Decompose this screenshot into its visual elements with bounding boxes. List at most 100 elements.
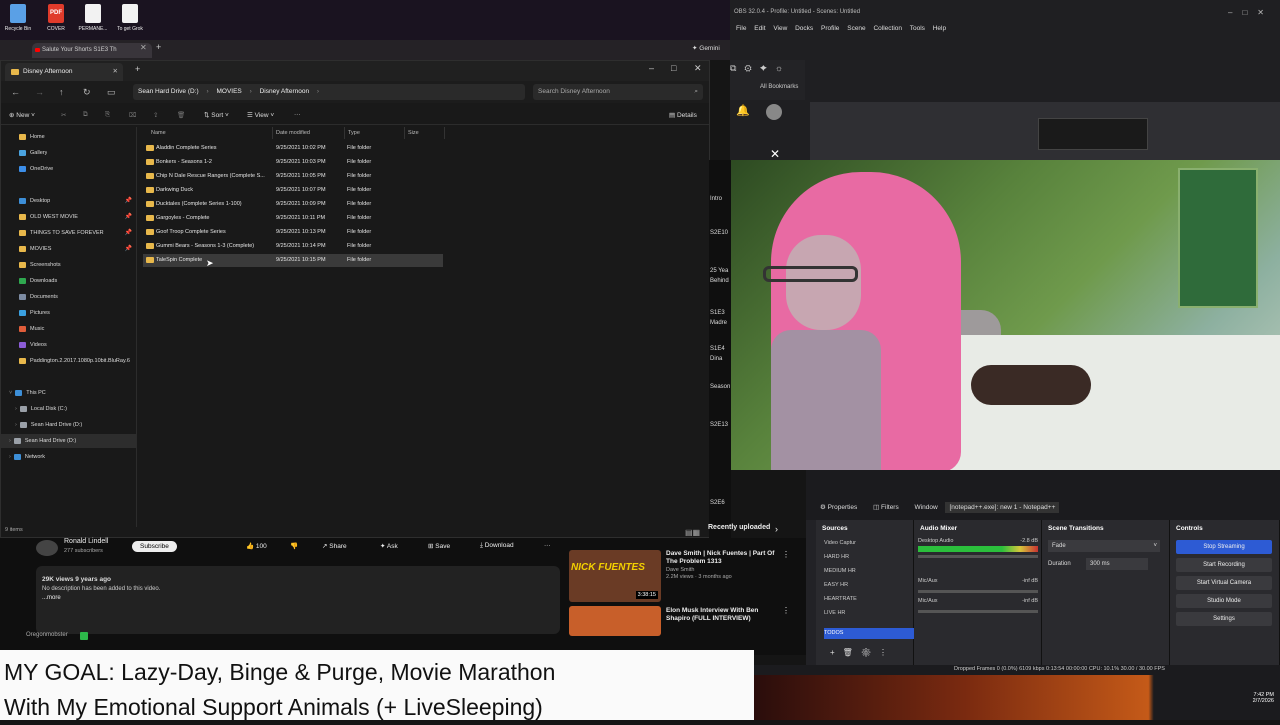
- nav-item-downloads[interactable]: Downloads: [19, 274, 137, 288]
- nav-item-this-pc[interactable]: ˅ This PC: [9, 386, 46, 400]
- nav-item-pictures[interactable]: Pictures: [19, 306, 137, 320]
- playlist-item[interactable]: Intro: [710, 196, 722, 202]
- window-controls[interactable]: –□✕: [1228, 8, 1274, 17]
- details-view-icon[interactable]: ▤▦: [685, 528, 700, 537]
- share-button[interactable]: ↗ Share: [322, 542, 347, 550]
- menu-scene-collection[interactable]: Scene Collection: [847, 25, 902, 32]
- nav-item-network[interactable]: › Network: [9, 450, 45, 464]
- nav-item-folder[interactable]: OLD WEST MOVIE: [19, 210, 137, 224]
- breadcrumb-item-disney[interactable]: Disney Afternoon: [260, 88, 310, 95]
- back-arrow-icon[interactable]: ←: [11, 87, 20, 97]
- playlist-item[interactable]: S1E3: [710, 310, 725, 316]
- cut-icon[interactable]: ✂: [61, 111, 66, 119]
- file-row[interactable]: Gargoyles - Complete 9/25/2021 10:11 PM Fi…: [143, 212, 443, 225]
- explorer-tab[interactable]: Disney Afternoon ✕: [5, 63, 123, 81]
- file-row[interactable]: Bonkers - Seasons 1-2 9/25/2021 10:03 PM F…: [143, 156, 443, 169]
- subscribe-button[interactable]: Subscribe: [132, 541, 177, 552]
- avatar[interactable]: [766, 104, 782, 120]
- playlist-item[interactable]: 25 Yea: [710, 268, 728, 274]
- properties-button[interactable]: ⚙ Properties: [820, 504, 857, 511]
- bell-icon[interactable]: 🔔: [736, 104, 750, 117]
- document-file-icon[interactable]: PERMANE...: [78, 4, 108, 32]
- playlist-item[interactable]: Dina: [710, 356, 722, 362]
- all-bookmarks[interactable]: All Bookmarks: [760, 84, 798, 90]
- gemini-button[interactable]: ✦ Gemini: [692, 44, 720, 52]
- menu-tools[interactable]: Tools: [910, 25, 925, 32]
- menu-docks[interactable]: Docks: [795, 25, 813, 32]
- nav-item-home[interactable]: Home: [19, 130, 45, 144]
- playlist-item[interactable]: S2E10: [710, 230, 728, 236]
- recycle-bin-icon[interactable]: Recycle Bin: [3, 4, 33, 32]
- like-button[interactable]: 👍 100: [246, 542, 267, 550]
- rename-icon[interactable]: ⌧: [129, 111, 137, 119]
- extension-icons[interactable]: ⧉⚙✦☼: [730, 63, 791, 74]
- minimize-icon[interactable]: –: [649, 63, 654, 73]
- save-button[interactable]: ⊞ Save: [428, 542, 450, 550]
- menu-view[interactable]: View: [773, 25, 787, 32]
- close-tab-icon[interactable]: ✕: [140, 43, 147, 52]
- window-select[interactable]: [notepad++.exe]: new 1 - Notepad++: [945, 502, 1060, 513]
- start-virtual-camera-button[interactable]: Start Virtual Camera: [1176, 576, 1272, 590]
- playlist-item[interactable]: Season: [710, 384, 730, 390]
- ask-button[interactable]: ✦ Ask: [380, 542, 398, 550]
- video-description-box[interactable]: 29K views 9 years ago No description has…: [36, 566, 560, 634]
- system-clock[interactable]: 7:42 PM 2/7/2026: [1253, 692, 1274, 704]
- file-row[interactable]: Gummi Bears - Seasons 1-3 (Complete) 9/25…: [143, 240, 443, 253]
- playlist-item[interactable]: S2E13: [710, 422, 728, 428]
- up-arrow-icon[interactable]: ↑: [59, 87, 64, 97]
- nav-item-drive-d[interactable]: › Sean Hard Drive (D:): [15, 418, 82, 432]
- file-row-selected[interactable]: TaleSpin Complete 9/25/2021 10:15 PM File …: [143, 254, 443, 267]
- column-header-name[interactable]: Name: [148, 127, 273, 139]
- nav-item-folder[interactable]: Screenshots: [19, 258, 137, 272]
- volume-slider[interactable]: [918, 610, 1038, 613]
- delete-icon[interactable]: 🗑: [177, 111, 185, 119]
- paste-icon[interactable]: ⎘: [105, 111, 110, 119]
- source-item[interactable]: HEARTRATE: [824, 594, 920, 605]
- forward-arrow-icon[interactable]: →: [35, 87, 44, 97]
- file-row[interactable]: Chip N Dale Rescue Rangers (Complete S..…: [143, 170, 443, 183]
- volume-slider[interactable]: [918, 590, 1038, 593]
- source-item[interactable]: MEDIUM HR: [824, 566, 920, 577]
- pdf-file-icon[interactable]: PDF COVER: [41, 4, 71, 32]
- menu-file[interactable]: File: [736, 25, 746, 32]
- share-icon[interactable]: ⇪: [153, 111, 158, 119]
- channel-name[interactable]: Ronald Lindell: [64, 538, 108, 545]
- volume-slider[interactable]: [918, 555, 1038, 558]
- source-item[interactable]: Video Captur: [824, 538, 920, 549]
- file-row[interactable]: Ducktales (Complete Series 1-100) 9/25/20…: [143, 198, 443, 211]
- monitor-icon[interactable]: ▭: [107, 87, 116, 98]
- new-tab-button[interactable]: +: [135, 64, 140, 74]
- nav-item-onedrive[interactable]: OneDrive: [19, 162, 53, 176]
- menu-profile[interactable]: Profile: [821, 25, 839, 32]
- playlist-item[interactable]: Behind: [710, 278, 729, 284]
- channel-avatar[interactable]: [36, 540, 58, 556]
- file-row[interactable]: Aladdin Complete Series 9/25/2021 10:02 P…: [143, 142, 443, 155]
- nav-item-videos[interactable]: Videos: [19, 338, 137, 352]
- rec-item[interactable]: Elon Musk Interview With Ben Shapiro (FU…: [666, 607, 781, 623]
- source-toolbar-icons[interactable]: +🗑⚙⋮: [830, 648, 895, 657]
- transition-select[interactable]: Fade ˅: [1048, 540, 1160, 552]
- playlist-item[interactable]: Madre: [710, 320, 727, 326]
- duration-input[interactable]: 300 ms: [1086, 558, 1148, 570]
- maximize-icon[interactable]: □: [671, 63, 676, 73]
- nav-item-music[interactable]: Music: [19, 322, 137, 336]
- file-row[interactable]: Goof Troop Complete Series 9/25/2021 10:1…: [143, 226, 443, 239]
- menu-help[interactable]: Help: [933, 25, 946, 32]
- details-button[interactable]: ▤ Details: [669, 111, 697, 119]
- nav-item-folder[interactable]: Paddington.2.2017.1080p.10bit.BluRay.6: [19, 354, 137, 368]
- text-file-icon[interactable]: To get Grok: [115, 4, 145, 32]
- breadcrumb-item-movies[interactable]: MOVIES: [216, 88, 241, 95]
- nav-item-documents[interactable]: Documents: [19, 290, 137, 304]
- more-options-icon[interactable]: ···: [294, 111, 301, 118]
- nav-item-gallery[interactable]: Gallery: [19, 146, 47, 160]
- show-more-link[interactable]: ...more: [36, 595, 560, 601]
- studio-mode-button[interactable]: Studio Mode: [1176, 594, 1272, 608]
- playlist-item[interactable]: S1E4: [710, 346, 725, 352]
- source-item[interactable]: HARD HR: [824, 552, 920, 563]
- settings-button[interactable]: Settings: [1176, 612, 1272, 626]
- nav-item-drive-d-selected[interactable]: › Sean Hard Drive (D:): [1, 434, 136, 448]
- refresh-icon[interactable]: ↻: [83, 87, 91, 98]
- new-tab-button[interactable]: +: [156, 42, 161, 52]
- nav-item-folder[interactable]: THINGS TO SAVE FOREVER: [19, 226, 137, 240]
- browser-tab[interactable]: Salute Your Shorts S1E3 Th: [32, 43, 152, 58]
